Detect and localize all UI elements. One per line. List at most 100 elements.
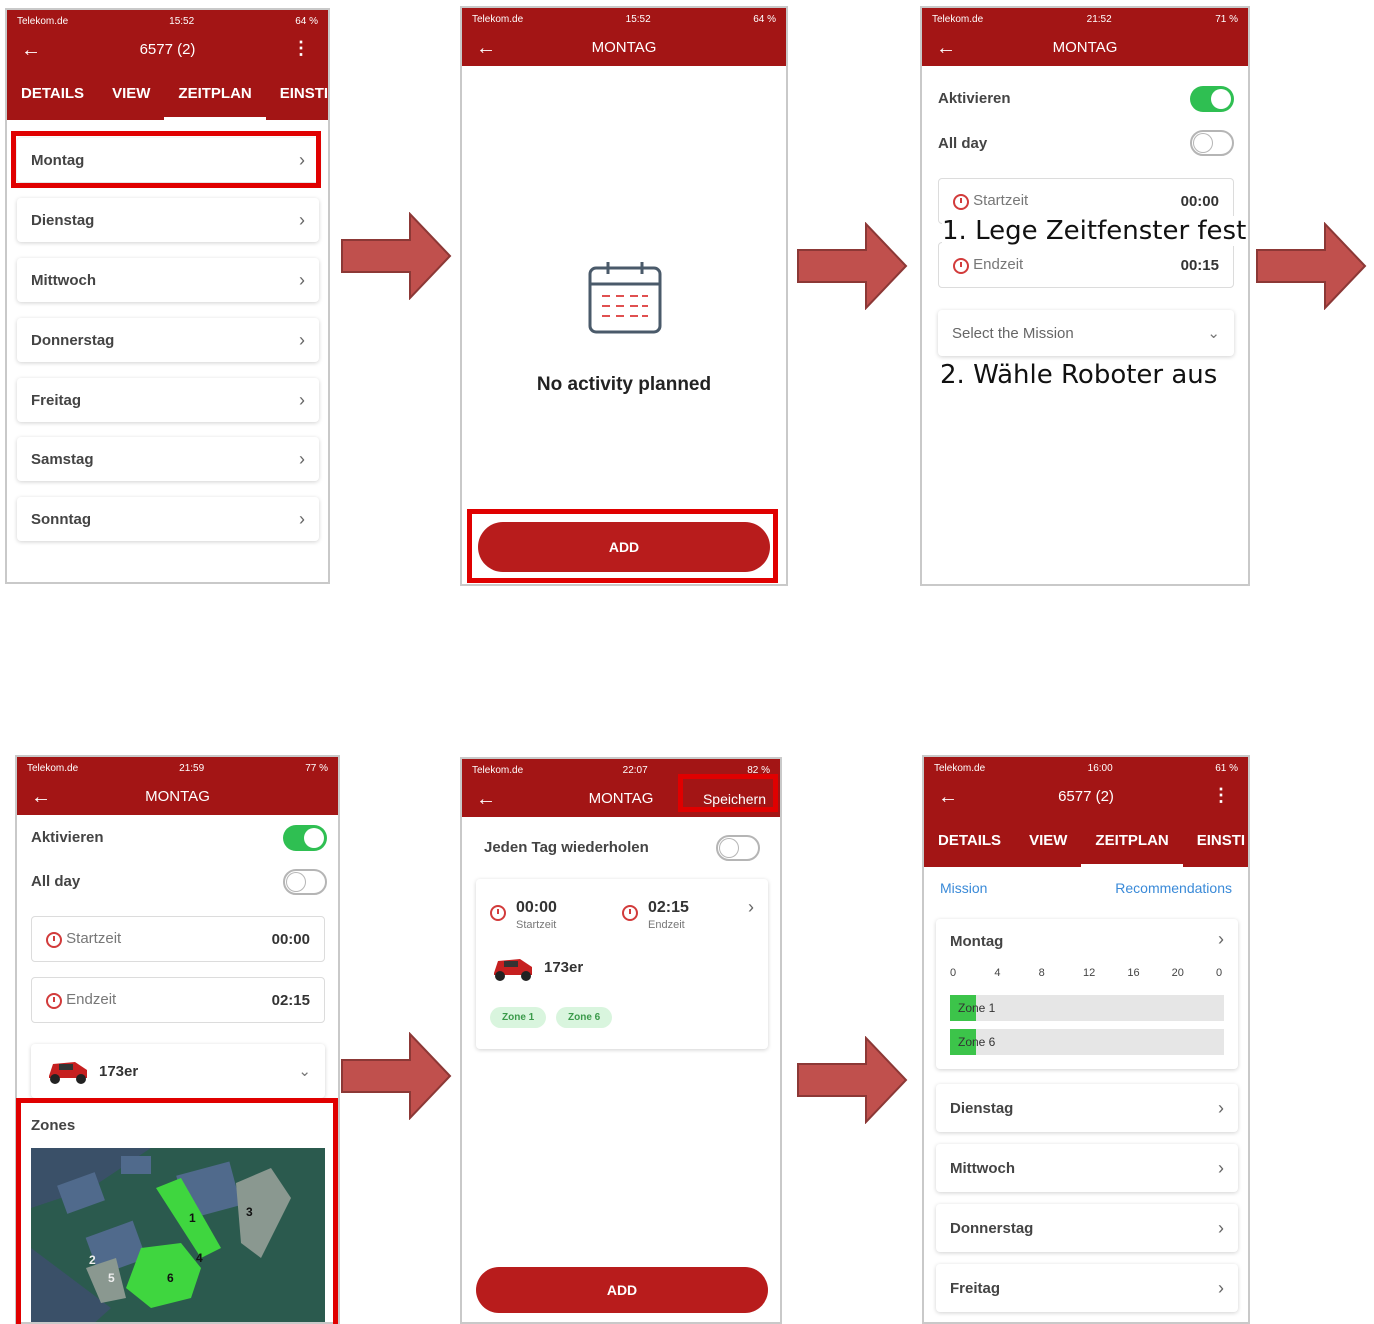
more-menu-icon[interactable]: ⋮ xyxy=(292,38,310,59)
axis-tick-label: 12 xyxy=(1083,967,1096,979)
carrier: Telekom.de xyxy=(934,762,986,774)
zone-label: Zone 6 xyxy=(958,1035,996,1049)
day-label: Dienstag xyxy=(31,211,95,229)
chevron-right-icon: › xyxy=(1218,1277,1224,1298)
day-label: Sonntag xyxy=(31,510,91,528)
day-label: Mittwoch xyxy=(31,271,96,289)
battery-level: 71 % xyxy=(1215,13,1238,25)
app-bar: ← MONTAG xyxy=(462,30,786,66)
end-time-label: Endzeit xyxy=(66,991,117,1009)
axis-tick-label: 0 xyxy=(950,967,957,979)
robot-mower-icon xyxy=(494,959,532,981)
page-title: MONTAG xyxy=(591,39,657,56)
tab-einstellungen[interactable]: EINSTI xyxy=(266,68,328,120)
chevron-right-icon: › xyxy=(299,329,305,350)
chevron-right-icon: › xyxy=(299,508,305,529)
repeat-toggle[interactable] xyxy=(716,835,760,861)
day-label: Dienstag xyxy=(950,1099,1014,1117)
day-label: Freitag xyxy=(950,1279,1001,1297)
start-time-field[interactable]: Startzeit 00:00 xyxy=(31,916,325,962)
battery-level: 77 % xyxy=(305,762,328,774)
recommendations-link[interactable]: Recommendations xyxy=(1115,880,1232,896)
tab-view[interactable]: VIEW xyxy=(1015,815,1081,867)
axis-tick-label: 8 xyxy=(1038,967,1045,979)
tab-bar: DETAILS VIEW ZEITPLAN EINSTI xyxy=(7,68,328,120)
day-label: Donnerstag xyxy=(31,331,115,349)
page-title: 6577 (2) xyxy=(139,41,196,58)
carrier: Telekom.de xyxy=(17,15,69,27)
flow-arrow-icon xyxy=(797,1036,908,1124)
day-row-freitag[interactable]: Freitag › xyxy=(936,1264,1238,1312)
day-row-mittwoch[interactable]: Mittwoch › xyxy=(17,258,319,302)
tab-einstellungen[interactable]: EINSTI xyxy=(1183,815,1248,867)
app-bar: ← MONTAG xyxy=(17,779,338,815)
clock-time: 16:00 xyxy=(1087,762,1113,774)
chevron-right-icon: › xyxy=(299,269,305,290)
tab-details[interactable]: DETAILS xyxy=(7,68,98,120)
annotation-step-1: 1. Lege Zeitfenster fest xyxy=(942,216,1247,246)
tab-zeitplan[interactable]: ZEITPLAN xyxy=(164,68,267,120)
monday-schedule-card[interactable]: Montag › 0 4 8 12 16 20 0 Zone 1 Zone 6 xyxy=(936,919,1238,1069)
day-row-dienstag[interactable]: Dienstag › xyxy=(936,1084,1238,1132)
robot-name: 173er xyxy=(544,959,584,976)
highlight-save-button xyxy=(678,774,778,812)
tab-bar: DETAILS VIEW ZEITPLAN EINSTI xyxy=(924,815,1248,867)
status-bar: Telekom.de 16:00 61 % xyxy=(924,757,1248,779)
axis-tick-label: 20 xyxy=(1171,967,1184,979)
day-row-donnerstag[interactable]: Donnerstag › xyxy=(936,1204,1238,1252)
day-row-sonntag[interactable]: Sonntag › xyxy=(17,497,319,541)
tab-zeitplan[interactable]: ZEITPLAN xyxy=(1081,815,1184,867)
tab-view[interactable]: VIEW xyxy=(98,68,164,120)
battery-level: 61 % xyxy=(1215,762,1238,774)
day-row-freitag[interactable]: Freitag › xyxy=(17,378,319,422)
highlight-zones xyxy=(16,1098,338,1324)
robot-select[interactable]: 173er ⌄ xyxy=(31,1044,325,1098)
start-time-value: 00:00 xyxy=(1180,192,1219,210)
start-time-label: Startzeit xyxy=(66,930,122,948)
app-bar: ← 6577 (2) ⋮ xyxy=(7,32,328,68)
allday-toggle[interactable] xyxy=(1190,130,1234,156)
battery-level: 64 % xyxy=(753,13,776,25)
chevron-right-icon: › xyxy=(748,897,754,917)
activate-toggle[interactable] xyxy=(283,825,327,851)
activate-toggle[interactable] xyxy=(1190,86,1234,112)
zone-label: Zone 1 xyxy=(958,1001,996,1015)
flow-arrow-icon xyxy=(1256,222,1367,310)
mission-placeholder: Select the Mission xyxy=(952,324,1074,342)
chevron-right-icon: › xyxy=(1218,1157,1224,1178)
end-time-value: 02:15 xyxy=(271,991,310,1009)
end-time-field[interactable]: Endzeit 00:15 xyxy=(938,242,1234,288)
clock-time: 21:52 xyxy=(1086,13,1112,25)
empty-state-text: No activity planned xyxy=(536,374,712,395)
more-menu-icon[interactable]: ⋮ xyxy=(1212,785,1230,806)
start-time-label: Startzeit xyxy=(516,919,557,931)
day-row-samstag[interactable]: Samstag › xyxy=(17,437,319,481)
zone-chip: Zone 1 xyxy=(490,1007,547,1028)
day-row-mittwoch[interactable]: Mittwoch › xyxy=(936,1144,1238,1192)
clock-icon xyxy=(622,905,638,921)
app-bar: ← 6577 (2) ⋮ xyxy=(924,779,1248,815)
end-time-field[interactable]: Endzeit 02:15 xyxy=(31,977,325,1023)
clock-time: 15:52 xyxy=(169,15,195,27)
time-axis: 0 4 8 12 16 20 0 xyxy=(950,967,1224,983)
start-time-value: 00:00 xyxy=(271,930,310,948)
day-row-dienstag[interactable]: Dienstag › xyxy=(17,198,319,242)
clock-time: 22:07 xyxy=(622,764,648,776)
carrier: Telekom.de xyxy=(472,764,524,776)
chevron-right-icon: › xyxy=(299,389,305,410)
clock-icon xyxy=(490,905,506,921)
battery-level: 64 % xyxy=(295,15,318,27)
calendar-icon xyxy=(588,262,662,334)
mission-select[interactable]: Select the Mission ⌄ xyxy=(938,310,1234,356)
screen-3-time-window: Telekom.de 21:52 71 % ← MONTAG Aktiviere… xyxy=(920,6,1250,586)
allday-toggle[interactable] xyxy=(283,869,327,895)
mission-link[interactable]: Mission xyxy=(940,880,987,896)
status-bar: Telekom.de 21:59 77 % xyxy=(17,757,338,779)
add-button[interactable]: ADD xyxy=(476,1267,768,1313)
carrier: Telekom.de xyxy=(932,13,984,25)
day-row-donnerstag[interactable]: Donnerstag › xyxy=(17,318,319,362)
tab-details[interactable]: DETAILS xyxy=(924,815,1015,867)
zone-timeline-row: Zone 1 xyxy=(950,995,1224,1021)
start-time-label: Startzeit xyxy=(973,192,1029,210)
schedule-entry-card[interactable]: 00:00 Startzeit 02:15 Endzeit › 173er Zo… xyxy=(476,879,768,1049)
